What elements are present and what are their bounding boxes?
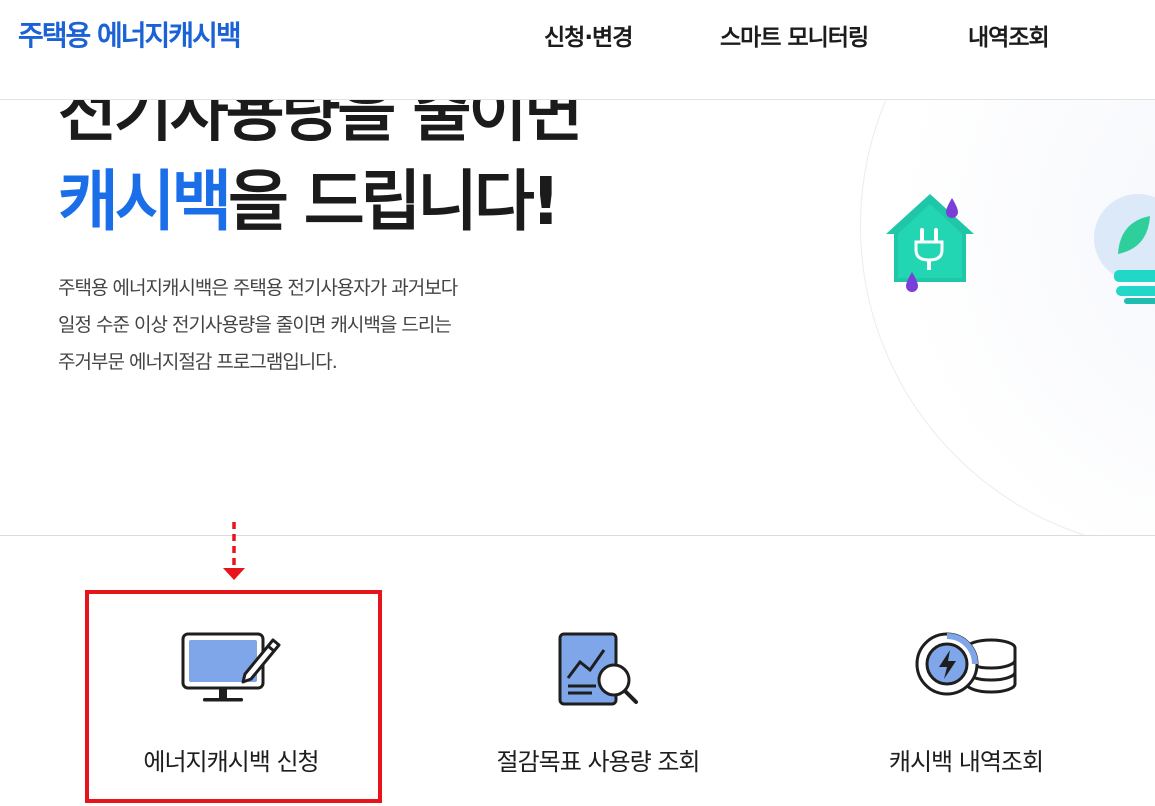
hero-headline-line2: 캐시백을 드립니다!: [58, 148, 561, 244]
cashback-coins-icon: [915, 632, 1017, 696]
section-divider: [0, 535, 1155, 536]
hero-description-line: 일정 수준 이상 전기사용량을 줄이면 캐시백을 드리는: [58, 314, 452, 336]
menu-card-label: 캐시백 내역조회: [888, 748, 1044, 776]
hero-headline-rest: 을 드립니다!: [228, 163, 561, 240]
hero-description-line: 주거부문 에너지절감 프로그램입니다.: [58, 351, 338, 373]
pointer-arrow-icon: [223, 522, 245, 580]
menu-card-cashback-history[interactable]: 캐시백 내역조회: [820, 590, 1112, 798]
hero-headline-line1: 전기사용량을 줄이면: [58, 100, 583, 151]
site-logo[interactable]: 주택용 에너지캐시백: [18, 14, 242, 54]
hero-description-line: 주택용 에너지캐시백은 주택용 전기사용자가 과거보다: [58, 277, 458, 299]
highlight-box: [85, 590, 382, 803]
eco-bulb-icon: [1094, 194, 1155, 304]
hero-background-circle: [860, 100, 1155, 535]
menu-card-target-usage[interactable]: 절감목표 사용량 조회: [452, 590, 744, 798]
nav-smart-monitoring[interactable]: 스마트 모니터링: [720, 18, 869, 52]
menu-card-label: 절감목표 사용량 조회: [496, 748, 701, 776]
nav-apply-change[interactable]: 신청·변경: [544, 18, 633, 52]
hero-headline-accent: 캐시백: [58, 163, 232, 240]
house-plug-icon: [886, 194, 974, 292]
site-header: 주택용 에너지캐시백 신청·변경 스마트 모니터링 내역조회: [0, 0, 1155, 100]
hero-section: 전기사용량을 줄이면 캐시백을 드립니다! 주택용 에너지캐시백은 주택용 전기…: [0, 100, 1155, 535]
report-search-icon: [558, 632, 638, 706]
hero-description: 주택용 에너지캐시백은 주택용 전기사용자가 과거보다 일정 수준 이상 전기사…: [58, 270, 458, 381]
nav-history[interactable]: 내역조회: [968, 18, 1050, 52]
